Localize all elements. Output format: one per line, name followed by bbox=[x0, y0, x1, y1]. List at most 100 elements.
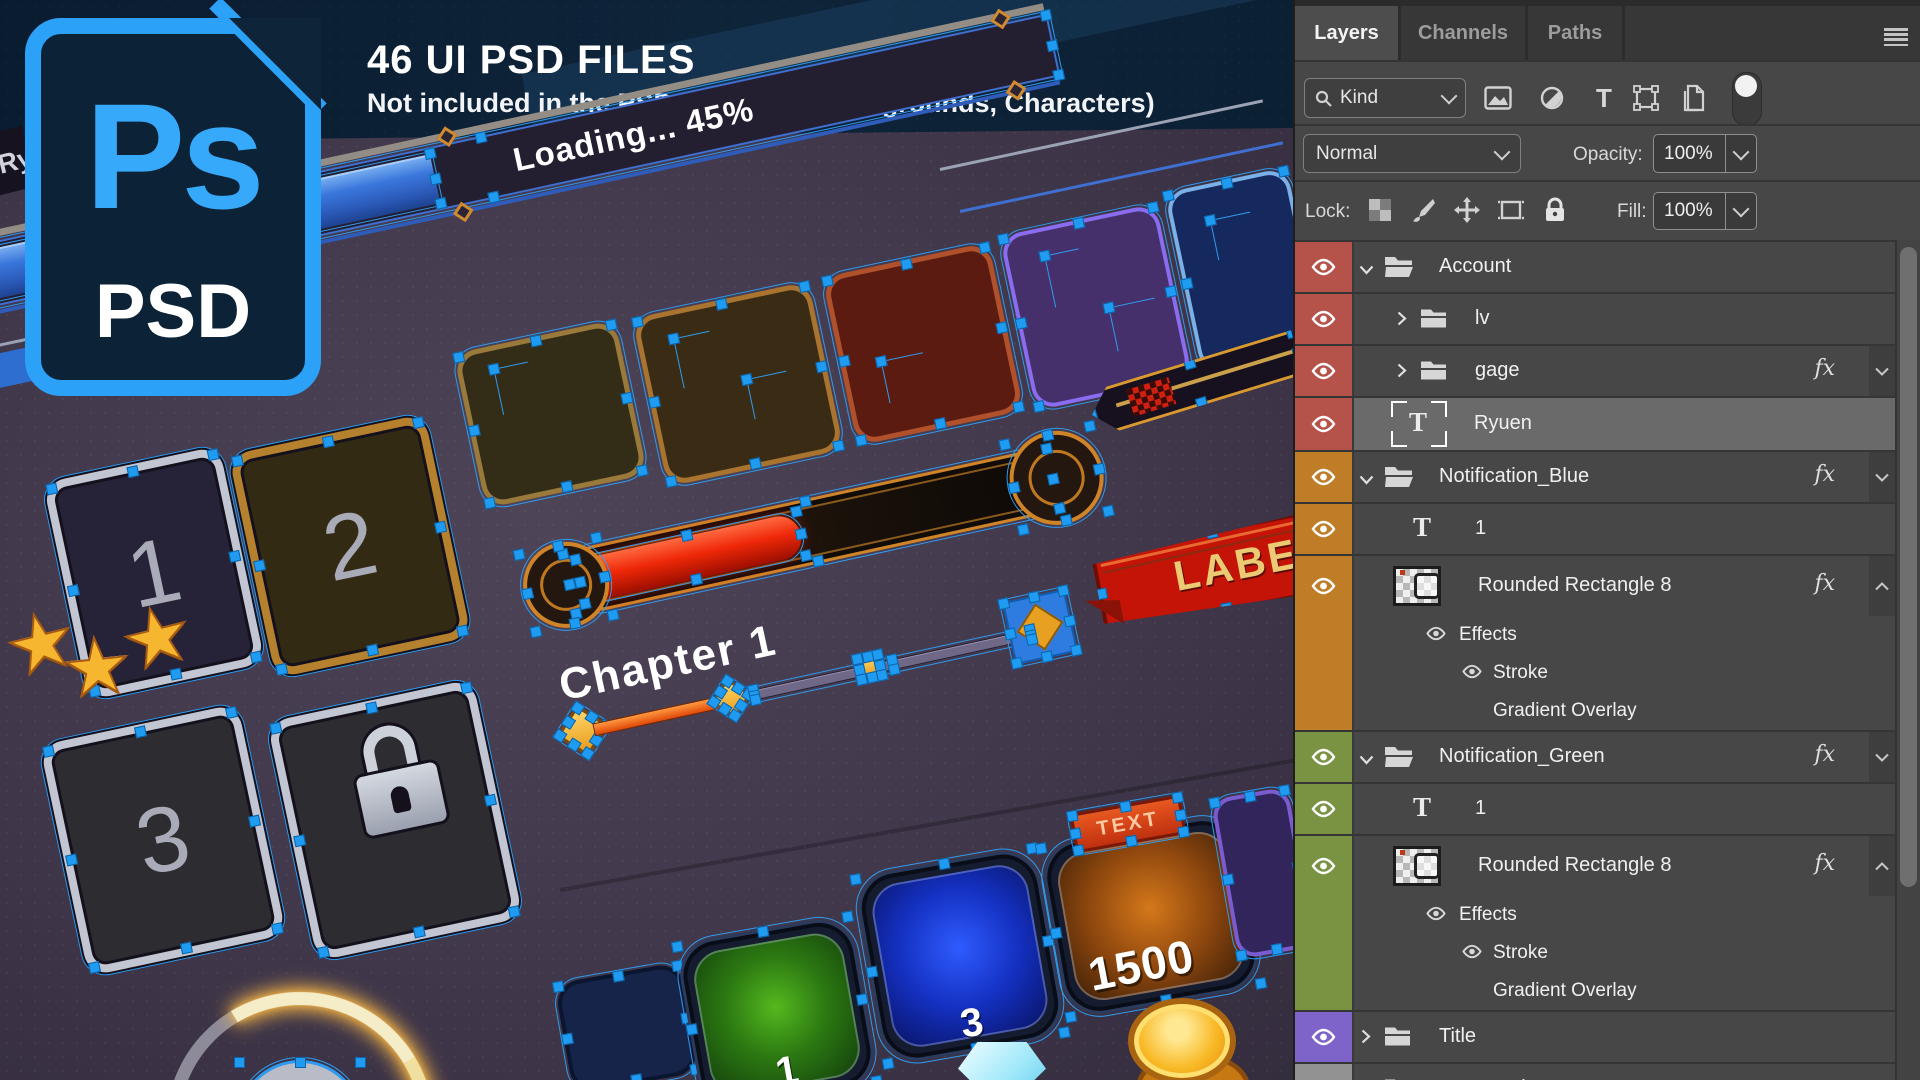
selection-handle[interactable] bbox=[1083, 420, 1096, 433]
selection-handle[interactable] bbox=[317, 946, 330, 959]
selection-handle[interactable] bbox=[1220, 602, 1233, 615]
effect-eye-icon[interactable] bbox=[1461, 664, 1483, 684]
selection-handle[interactable] bbox=[1025, 633, 1038, 646]
selection-handle[interactable] bbox=[1039, 9, 1052, 22]
selection-handle[interactable] bbox=[1171, 791, 1184, 804]
selection-handle[interactable] bbox=[598, 570, 611, 583]
selection-handle[interactable] bbox=[612, 970, 625, 983]
selection-handle[interactable] bbox=[248, 815, 261, 828]
selection-handle[interactable] bbox=[560, 480, 573, 493]
fx-collapse-chevron[interactable] bbox=[1869, 452, 1895, 502]
selection-handle[interactable] bbox=[1164, 285, 1177, 298]
selection-handle[interactable] bbox=[1032, 400, 1045, 413]
selection-handle[interactable] bbox=[529, 625, 542, 638]
selection-handle[interactable] bbox=[45, 482, 58, 495]
selection-handle[interactable] bbox=[1271, 943, 1284, 956]
layers-scrollbar-thumb[interactable] bbox=[1900, 247, 1917, 887]
chevron-down-icon[interactable] bbox=[1359, 262, 1374, 280]
selection-handle[interactable] bbox=[1072, 844, 1085, 857]
selection-handle[interactable] bbox=[689, 573, 702, 586]
fx-collapse-chevron[interactable] bbox=[1869, 556, 1895, 616]
selection-handle[interactable] bbox=[1088, 549, 1101, 562]
selection-handle[interactable] bbox=[1180, 277, 1193, 290]
selection-handle[interactable] bbox=[271, 922, 284, 935]
selection-handle[interactable] bbox=[1278, 784, 1291, 797]
selection-handle[interactable] bbox=[1015, 317, 1028, 330]
selection-handle[interactable] bbox=[452, 351, 465, 364]
selection-handle[interactable] bbox=[468, 424, 481, 437]
selection-handle[interactable] bbox=[978, 241, 991, 254]
selection-handle[interactable] bbox=[435, 197, 448, 210]
selection-handle[interactable] bbox=[631, 316, 644, 329]
selection-handle[interactable] bbox=[888, 663, 901, 676]
selection-handle[interactable] bbox=[671, 940, 684, 953]
selection-handle[interactable] bbox=[250, 651, 263, 664]
selection-handle[interactable] bbox=[1119, 800, 1132, 813]
selection-handle[interactable] bbox=[665, 475, 678, 488]
selection-handle[interactable] bbox=[552, 540, 565, 553]
shape-layer-thumbnail[interactable] bbox=[1393, 566, 1441, 606]
selection-handle[interactable] bbox=[1162, 189, 1175, 202]
layer-row-gage[interactable]: gagefx bbox=[1295, 346, 1895, 396]
selection-handle[interactable] bbox=[429, 172, 442, 185]
visibility-eye-cell[interactable] bbox=[1295, 654, 1354, 692]
selection-handle[interactable] bbox=[870, 1075, 883, 1080]
layer-row-1[interactable]: T1 bbox=[1295, 504, 1895, 554]
selection-handle[interactable] bbox=[231, 455, 244, 468]
layer-row-1[interactable]: T1 bbox=[1295, 784, 1895, 834]
selection-handle[interactable] bbox=[474, 131, 487, 144]
selection-handle[interactable] bbox=[795, 528, 808, 541]
chevron-right-icon[interactable] bbox=[1397, 363, 1407, 383]
selection-handle[interactable] bbox=[508, 905, 521, 918]
effect-row-Effects[interactable]: Effects bbox=[1295, 896, 1895, 934]
visibility-eye-cell[interactable] bbox=[1295, 972, 1354, 1010]
selection-handle[interactable] bbox=[574, 576, 587, 589]
selection-handle[interactable] bbox=[1004, 627, 1017, 640]
selection-handle[interactable] bbox=[1057, 584, 1070, 597]
selection-handle[interactable] bbox=[607, 608, 620, 621]
chevron-down-icon[interactable] bbox=[1359, 472, 1374, 490]
selection-handle[interactable] bbox=[715, 298, 728, 311]
selection-handle[interactable] bbox=[798, 280, 811, 293]
effect-row-Gradient-Overlay[interactable]: Gradient Overlay bbox=[1295, 692, 1895, 730]
selection-handle[interactable] bbox=[569, 553, 582, 566]
visibility-eye-cell[interactable] bbox=[1295, 836, 1354, 896]
selection-handle[interactable] bbox=[1177, 826, 1190, 839]
selection-handle[interactable] bbox=[876, 669, 889, 682]
fx-collapse-chevron[interactable] bbox=[1869, 836, 1895, 896]
selection-handle[interactable] bbox=[424, 147, 437, 160]
selection-handle[interactable] bbox=[460, 681, 473, 694]
visibility-eye-cell[interactable] bbox=[1295, 1064, 1354, 1080]
selection-handle[interactable] bbox=[855, 434, 868, 447]
selection-handle[interactable] bbox=[1012, 400, 1025, 413]
selection-handle[interactable] bbox=[225, 706, 238, 719]
selection-handle[interactable] bbox=[997, 233, 1010, 246]
selection-handle[interactable] bbox=[67, 584, 80, 597]
selection-handle[interactable] bbox=[275, 663, 288, 676]
selection-handle[interactable] bbox=[1102, 505, 1115, 518]
selection-handle[interactable] bbox=[938, 857, 951, 870]
selection-handle[interactable] bbox=[1066, 810, 1079, 823]
selection-handle[interactable] bbox=[484, 794, 497, 807]
selection-handle[interactable] bbox=[180, 941, 193, 954]
selection-handle[interactable] bbox=[295, 1057, 306, 1068]
effect-row-Stroke[interactable]: Stroke bbox=[1295, 654, 1895, 692]
selection-handle[interactable] bbox=[680, 529, 693, 542]
visibility-eye-cell[interactable] bbox=[1295, 896, 1354, 934]
selection-handle[interactable] bbox=[856, 993, 869, 1006]
type-layer-thumbnail[interactable]: T bbox=[1391, 401, 1447, 447]
selection-handle[interactable] bbox=[42, 745, 55, 758]
selection-handle[interactable] bbox=[838, 355, 851, 368]
selection-handle[interactable] bbox=[253, 559, 266, 572]
selection-handle[interactable] bbox=[1222, 873, 1235, 886]
selection-handle[interactable] bbox=[815, 360, 828, 373]
effect-row-Gradient-Overlay[interactable]: Gradient Overlay bbox=[1295, 972, 1895, 1010]
layer-row-lv[interactable]: lv bbox=[1295, 294, 1895, 344]
selection-handle[interactable] bbox=[799, 549, 812, 562]
selection-handle[interactable] bbox=[841, 910, 854, 923]
selection-handle[interactable] bbox=[561, 1033, 574, 1046]
visibility-eye-cell[interactable] bbox=[1295, 452, 1354, 502]
chevron-right-icon[interactable] bbox=[1397, 311, 1407, 331]
effect-eye-icon[interactable] bbox=[1461, 944, 1483, 964]
visibility-eye-cell[interactable] bbox=[1295, 346, 1354, 396]
